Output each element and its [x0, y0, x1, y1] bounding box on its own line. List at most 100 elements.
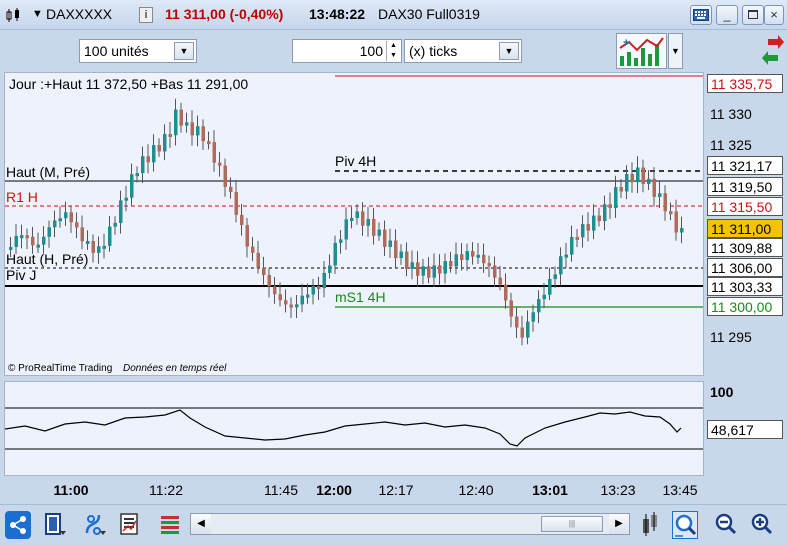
candle	[333, 242, 337, 266]
candle	[647, 178, 651, 185]
time-scrollbar[interactable]: ◀ ||| ▶	[190, 513, 630, 535]
zoom-fit-glyph	[675, 514, 697, 537]
candle	[438, 265, 442, 274]
scroll-right-icon[interactable]: ▶	[609, 514, 629, 534]
candle	[146, 156, 150, 163]
chevron-down-icon[interactable]: ▼	[499, 42, 519, 60]
svg-text:+: +	[623, 37, 629, 49]
candle	[537, 299, 541, 313]
last-time: 13:48:22	[309, 6, 366, 22]
chevron-down-icon[interactable]: ▼	[668, 33, 683, 69]
instrument-name: DAX30 Full0319	[378, 6, 480, 22]
candle	[119, 200, 123, 223]
candle	[179, 109, 183, 126]
candle	[58, 218, 62, 222]
candle	[652, 178, 656, 197]
zoom-fit-icon[interactable]	[672, 511, 698, 539]
candle	[586, 224, 590, 231]
indicator-canvas	[4, 407, 703, 450]
interval-input[interactable]: 100 ▲ ▼	[292, 39, 402, 63]
close-button[interactable]: ×	[764, 5, 784, 25]
interval-unit-select[interactable]: (x) ticks ▼	[404, 39, 522, 63]
tools-glyph	[643, 512, 657, 536]
price-label: 11 321,17	[707, 156, 783, 175]
scroll-thumb[interactable]: |||	[541, 516, 603, 532]
time-axis[interactable]: 11:00 11:22 11:45 12:00 12:17 12:40 13:0…	[0, 478, 787, 502]
candle	[520, 327, 524, 338]
candle	[53, 220, 57, 228]
candle	[476, 254, 480, 258]
candle	[465, 251, 469, 261]
candle	[157, 145, 161, 152]
report-icon[interactable]	[117, 511, 143, 539]
candle	[135, 173, 139, 177]
scroll-left-icon[interactable]: ◀	[191, 514, 211, 534]
candle	[680, 228, 684, 233]
candle	[421, 266, 425, 276]
layout-icon[interactable]	[42, 511, 68, 539]
candle	[526, 321, 530, 338]
candle	[234, 191, 238, 215]
candle	[460, 254, 464, 261]
candle	[306, 294, 310, 298]
candle	[245, 225, 249, 247]
symbol-dropdown-icon[interactable]: ▼	[32, 8, 43, 20]
indicator-line	[4, 409, 682, 447]
price-chart[interactable]: Jour :+Haut 11 372,50 +Bas 11 291,00 Hau…	[4, 72, 704, 376]
time-label: 11:22	[149, 482, 183, 498]
chevron-down-icon[interactable]: ▼	[174, 42, 194, 60]
price-label: 11 325	[710, 137, 752, 153]
symbol-name[interactable]: DAXXXXX	[46, 6, 112, 22]
info-button[interactable]: i	[139, 7, 153, 23]
candle	[454, 254, 458, 267]
bars-icon[interactable]	[157, 511, 183, 539]
price-chart-canvas[interactable]: Jour :+Haut 11 372,50 +Bas 11 291,00 Hau…	[5, 73, 703, 375]
indicator-panel[interactable]	[4, 381, 704, 476]
candle	[394, 240, 398, 258]
candle	[64, 212, 68, 219]
indicator-icon[interactable]	[82, 511, 108, 539]
candle	[229, 186, 233, 192]
interval-spinner[interactable]: ▲ ▼	[386, 41, 400, 61]
candle	[603, 204, 607, 222]
indicators-button[interactable]: +	[616, 33, 667, 69]
candle	[564, 254, 568, 258]
candle	[86, 240, 90, 244]
candle	[449, 260, 453, 267]
candle	[366, 218, 370, 226]
candle	[273, 286, 277, 295]
price-label: 11 295	[710, 329, 752, 345]
candle	[212, 142, 216, 163]
candle	[289, 304, 293, 308]
layout-glyph	[45, 513, 66, 535]
maximize-button[interactable]	[742, 5, 764, 25]
sync-arrows-icon	[762, 35, 784, 65]
time-label: 11:00	[53, 482, 89, 498]
sync-button[interactable]	[760, 33, 786, 69]
minimize-button[interactable]: _	[716, 5, 738, 25]
candle	[504, 284, 508, 301]
candle	[388, 240, 392, 247]
price-label: 11 330	[710, 106, 752, 122]
candle	[97, 246, 101, 253]
zoom-out-icon[interactable]	[712, 511, 738, 539]
zoom-in-icon[interactable]	[748, 511, 774, 539]
candle	[317, 286, 321, 290]
candle	[515, 316, 519, 328]
candle	[168, 134, 172, 138]
chart-toolbar: 100 unités ▼ 100 ▲ ▼ (x) ticks ▼ + ▼	[0, 31, 787, 71]
quantity-select[interactable]: 100 unités ▼	[79, 39, 197, 63]
last-price-label: 11 311,00	[707, 219, 783, 238]
keyboard-button[interactable]	[690, 5, 712, 25]
candle	[427, 266, 431, 278]
indicator-glyph	[85, 514, 106, 535]
candles	[9, 98, 684, 346]
level-lines	[5, 75, 703, 308]
share-icon[interactable]	[5, 511, 31, 539]
candle	[47, 227, 51, 237]
tools-icon[interactable]	[638, 511, 664, 539]
candle	[262, 267, 266, 276]
candle	[163, 134, 167, 152]
time-label: 13:23	[600, 482, 636, 498]
candle-chart-icon[interactable]	[5, 7, 21, 23]
